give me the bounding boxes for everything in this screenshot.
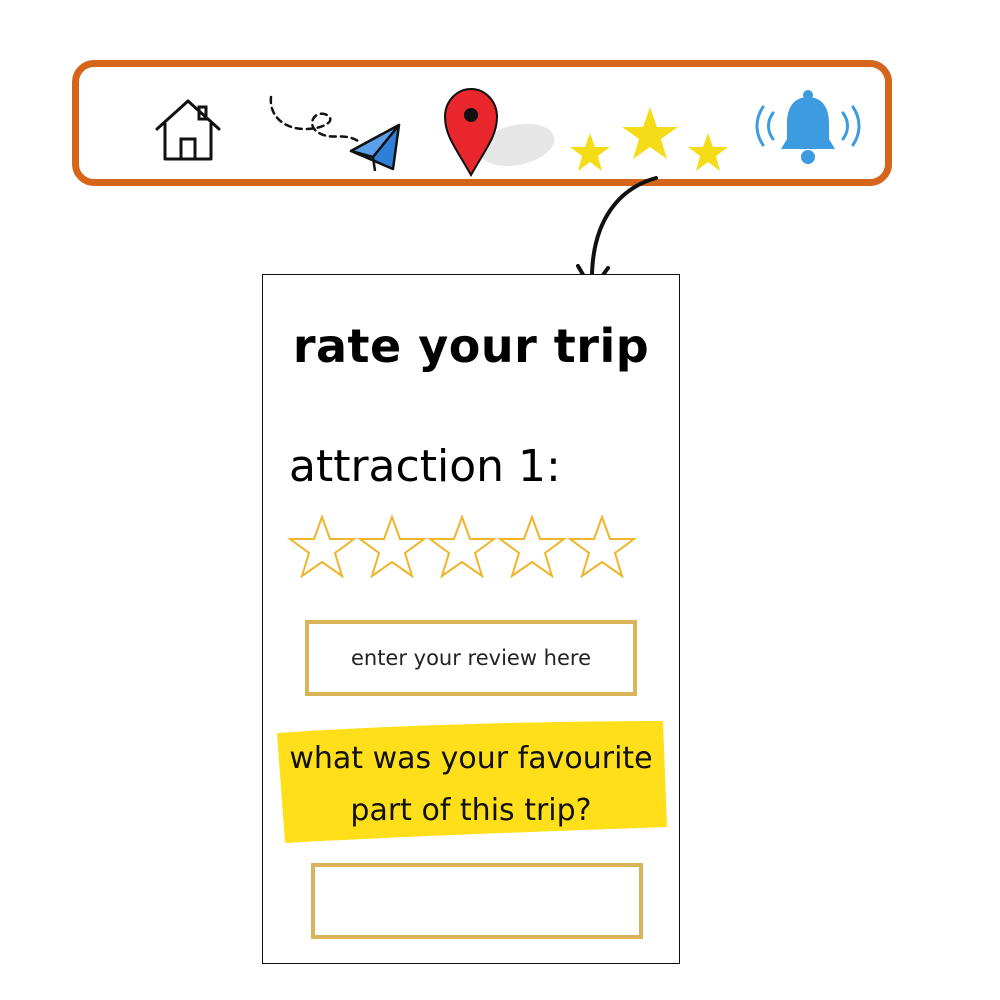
favourite-question-line-1: what was your favourite bbox=[289, 741, 653, 776]
nav-home-button[interactable] bbox=[153, 93, 223, 163]
nav-bar bbox=[72, 60, 892, 186]
nav-map-button[interactable] bbox=[441, 87, 561, 177]
favourite-answer-input[interactable] bbox=[311, 863, 643, 939]
bell-icon bbox=[755, 90, 861, 164]
rating-star-3-icon[interactable] bbox=[427, 513, 497, 583]
home-icon bbox=[155, 99, 221, 161]
star-rating bbox=[287, 513, 637, 583]
rating-star-2-icon[interactable] bbox=[357, 513, 427, 583]
review-input[interactable]: enter your review here bbox=[305, 620, 637, 696]
rating-star-4-icon[interactable] bbox=[497, 513, 567, 583]
nav-notifications-button[interactable] bbox=[753, 87, 863, 167]
rating-screen: rate your trip attraction 1: enter your … bbox=[262, 274, 680, 964]
rating-star-1-icon[interactable] bbox=[287, 513, 357, 583]
favourite-question-line-2: part of this trip? bbox=[350, 793, 592, 828]
canvas: rate your trip attraction 1: enter your … bbox=[0, 0, 1000, 1000]
review-placeholder: enter your review here bbox=[350, 646, 592, 670]
page-title: rate your trip bbox=[292, 319, 650, 373]
nav-rate-button[interactable] bbox=[565, 101, 735, 181]
rating-star-5-icon[interactable] bbox=[567, 513, 637, 583]
favourite-question: what was your favourite part of this tri… bbox=[269, 733, 673, 837]
paper-plane-icon bbox=[269, 95, 401, 172]
nav-trips-button[interactable] bbox=[265, 91, 405, 173]
map-pin-icon bbox=[443, 87, 555, 177]
attraction-label: attraction 1: bbox=[289, 441, 561, 492]
stars-icon bbox=[570, 107, 728, 171]
